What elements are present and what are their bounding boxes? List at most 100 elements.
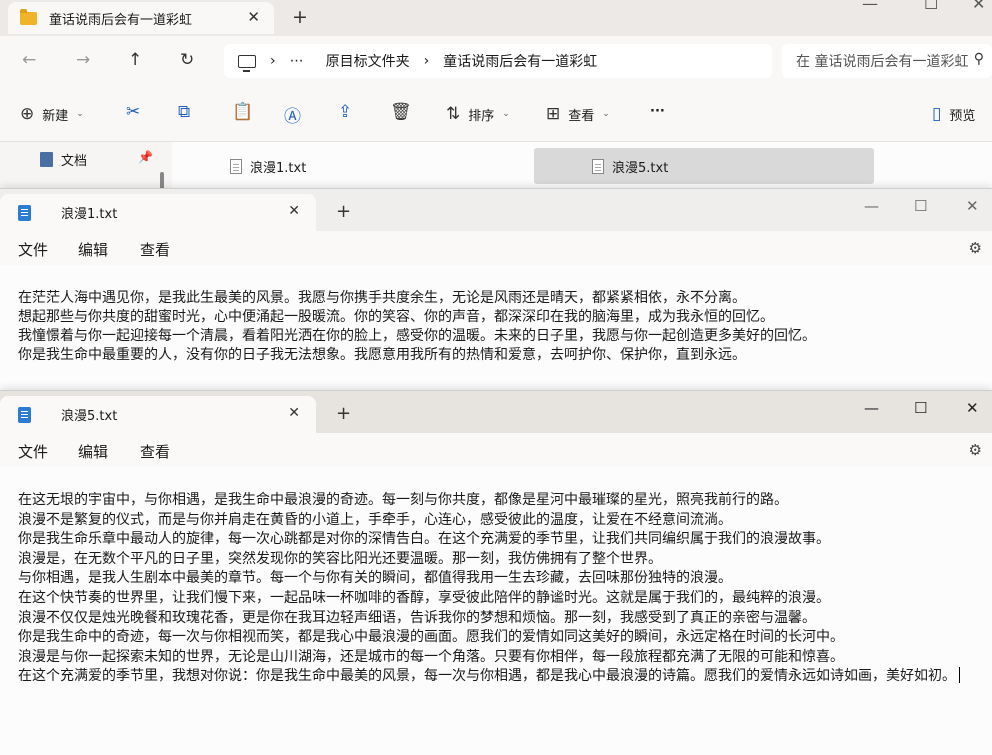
notepad-title-bar: 浪漫5.txt ✕ + — ☐ ✕ (0, 391, 992, 433)
text-file-icon (230, 158, 242, 174)
text-file-icon (592, 158, 604, 174)
breadcrumb-item[interactable]: 原目标文件夹 (326, 51, 410, 71)
close-window-button[interactable]: ✕ (966, 399, 979, 417)
notepad-title-bar: 浪漫1.txt ✕ + — ☐ ✕ (0, 189, 992, 231)
text-line: 想起那些与你共度的甜蜜时光，心中便涌起一股暖流。你的笑容、你的声音，都深深印在我… (18, 309, 774, 325)
close-icon[interactable]: ✕ (247, 8, 260, 26)
rename-icon[interactable]: Ⓐ (284, 102, 301, 127)
notepad-tab-title: 浪漫1.txt (61, 207, 118, 222)
menu-file[interactable]: 文件 (18, 239, 48, 260)
breadcrumb-item[interactable]: 童话说雨后会有一道彩虹 (443, 51, 597, 71)
notepad-text-area[interactable]: 在茫茫人海中遇见你，是我此生最美的风景。我愿与你携手共度余生，无论是风雨还是晴天… (0, 265, 992, 409)
minimize-button[interactable]: — (864, 197, 879, 215)
explorer-tab[interactable]: 童话说雨后会有一道彩虹 ✕ (8, 2, 274, 34)
text-cursor (959, 667, 960, 684)
chevron-down-icon: ⌄ (502, 109, 510, 119)
view-button[interactable]: ⊞ 查看 ⌄ (546, 104, 610, 124)
text-line: 你是我生命中的奇迹，每一次与你相视而笑，都是我心中最浪漫的画面。愿我们的爱情如同… (18, 629, 844, 646)
share-icon[interactable]: ⇪ (338, 102, 352, 122)
chevron-down-icon: ⌄ (76, 109, 84, 119)
monitor-icon (238, 54, 256, 72)
back-arrow-icon[interactable]: ← (22, 50, 36, 70)
settings-gear-icon[interactable]: ⚙ (969, 239, 982, 257)
maximize-button[interactable]: ☐ (914, 399, 927, 417)
maximize-button[interactable]: ☐ (924, 0, 938, 13)
breadcrumb-overflow[interactable]: ⋯ (290, 53, 304, 69)
notepad-icon (18, 204, 31, 221)
close-icon[interactable]: ✕ (288, 203, 300, 219)
close-icon[interactable]: ✕ (288, 405, 300, 421)
notepad-tab[interactable]: 浪漫1.txt ✕ (0, 194, 316, 231)
refresh-icon[interactable]: ↻ (180, 50, 194, 70)
text-line: 在这个充满爱的季节里，我想对你说：你是我生命中最美的风景，每一次与你相遇，都是我… (18, 667, 978, 687)
up-arrow-icon[interactable]: ↑ (128, 50, 142, 70)
new-tab-button[interactable]: + (336, 201, 351, 222)
menu-edit[interactable]: 编辑 (78, 239, 108, 260)
menu-view[interactable]: 查看 (140, 441, 170, 462)
text-line: 在这无垠的宇宙中，与你相遇，是我生命中最浪漫的奇迹。每一刻与你共度，都像是星河中… (18, 492, 788, 508)
preview-pane-icon: ▯ (932, 104, 942, 124)
address-bar-row: ← → ↑ ↻ › ⋯ 原目标文件夹 › 童话说雨后会有一道彩虹 在 童话说雨后… (0, 36, 992, 86)
maximize-button[interactable]: ☐ (914, 197, 927, 215)
notepad-menu-bar: 文件 编辑 查看 ⚙ (0, 231, 992, 265)
file-name: 浪漫5.txt (612, 160, 669, 176)
file-item[interactable]: 浪漫5.txt (534, 148, 874, 184)
new-button[interactable]: ⊕ 新建 ⌄ (20, 104, 84, 124)
more-options-button[interactable]: ··· (650, 104, 665, 119)
notepad-icon (18, 406, 31, 423)
menu-edit[interactable]: 编辑 (78, 441, 108, 462)
text-line: 与你相遇，是我人生剧本中最美的章节。每一个与你有关的瞬间，都值得我用一生去珍藏，… (18, 570, 732, 587)
delete-icon[interactable]: 🗑 (390, 102, 412, 122)
minimize-button[interactable]: — (862, 0, 878, 13)
chevron-right-icon: › (270, 53, 276, 69)
notepad-text-area[interactable]: 在这无垠的宇宙中，与你相遇，是我生命中最浪漫的奇迹。每一刻与你共度，都像是星河中… (0, 467, 992, 755)
file-item[interactable]: 浪漫1.txt (172, 148, 472, 184)
minimize-button[interactable]: — (864, 399, 879, 417)
settings-gear-icon[interactable]: ⚙ (969, 441, 982, 459)
notepad-window-2: 浪漫5.txt ✕ + — ☐ ✕ 文件 编辑 查看 ⚙ 在这无垠的宇宙中，与你… (0, 390, 992, 755)
text-line: 浪漫是与你一起探索未知的世界，无论是山川湖海，还是城市的每一个角落。只要有你相伴… (18, 648, 844, 665)
new-label: 新建 (42, 108, 69, 124)
forward-arrow-icon[interactable]: → (76, 50, 90, 70)
search-placeholder: 在 童话说雨后会有一道彩虹 (796, 54, 969, 70)
sort-icon: ⇅ (446, 104, 461, 124)
close-window-button[interactable]: ✕ (966, 197, 979, 215)
chevron-right-icon: › (423, 53, 430, 69)
notepad-menu-bar: 文件 编辑 查看 ⚙ (0, 433, 992, 467)
menu-file[interactable]: 文件 (18, 441, 48, 462)
file-name: 浪漫1.txt (250, 160, 307, 176)
close-window-button[interactable]: ✕ (972, 0, 985, 13)
notepad-tab[interactable]: 浪漫5.txt ✕ (0, 396, 316, 433)
paste-icon[interactable]: 📋 (232, 102, 253, 122)
documents-icon (40, 152, 53, 167)
search-input[interactable]: 在 童话说雨后会有一道彩虹 ⚲ (782, 44, 992, 78)
preview-button[interactable]: ▯ 预览 (932, 104, 975, 124)
view-label: 查看 (568, 108, 595, 124)
new-tab-button[interactable]: + (292, 6, 308, 28)
explorer-tab-title: 童话说雨后会有一道彩虹 (49, 12, 193, 28)
text-line-content: 在这个充满爱的季节里，我想对你说：你是我生命中最美的风景，每一次与你相遇，都是我… (18, 668, 956, 685)
folder-icon (20, 8, 37, 25)
search-icon[interactable]: ⚲ (974, 51, 984, 67)
explorer-toolbar: ⊕ 新建 ⌄ ✂ ⧉ 📋 Ⓐ ⇪ 🗑 ⇅ 排序 ⌄ ⊞ 查看 ⌄ ··· ▯ 预… (0, 86, 992, 142)
text-line: 在这个快节奏的世界里，让我们慢下来，一起品味一杯咖啡的香醇，享受彼此陪伴的静谧时… (18, 589, 830, 606)
copy-icon[interactable]: ⧉ (178, 102, 190, 122)
menu-view[interactable]: 查看 (140, 239, 170, 260)
sort-button[interactable]: ⇅ 排序 ⌄ (446, 104, 510, 124)
text-line: 浪漫不是繁复的仪式，而是与你并肩走在黄昏的小道上，手牵手，心连心，感受彼此的温度… (18, 511, 732, 528)
notepad-window-1: 浪漫1.txt ✕ + — ☐ ✕ 文件 编辑 查看 ⚙ 在茫茫人海中遇见你，是… (0, 188, 992, 409)
address-box[interactable]: › ⋯ 原目标文件夹 › 童话说雨后会有一道彩虹 (224, 44, 772, 78)
sidebar-item-label: 文档 (61, 154, 88, 169)
pin-icon[interactable]: 📌 (138, 150, 153, 164)
sidebar-item-documents[interactable]: 文档 (40, 150, 87, 169)
cut-icon[interactable]: ✂ (126, 102, 140, 122)
chevron-down-icon: ⌄ (602, 109, 610, 119)
text-line: 浪漫是，在无数个平凡的日子里，突然发现你的笑容比阳光还要温暖。那一刻，我仿佛拥有… (18, 550, 662, 567)
text-line: 你是我生命乐章中最动人的旋律，每一次心跳都是对你的深情告白。在这个充满爱的季节里… (18, 531, 830, 548)
text-line: 我憧憬着与你一起迎接每一个清晨，看着阳光洒在你的脸上，感受你的温暖。未来的日子里… (18, 328, 816, 344)
plus-circle-icon: ⊕ (20, 104, 35, 124)
preview-label: 预览 (949, 108, 976, 124)
new-tab-button[interactable]: + (336, 403, 351, 424)
text-line: 你是我生命中最重要的人，没有你的日子我无法想象。我愿意用我所有的热情和爱意，去呵… (18, 347, 746, 363)
sort-label: 排序 (468, 108, 495, 124)
